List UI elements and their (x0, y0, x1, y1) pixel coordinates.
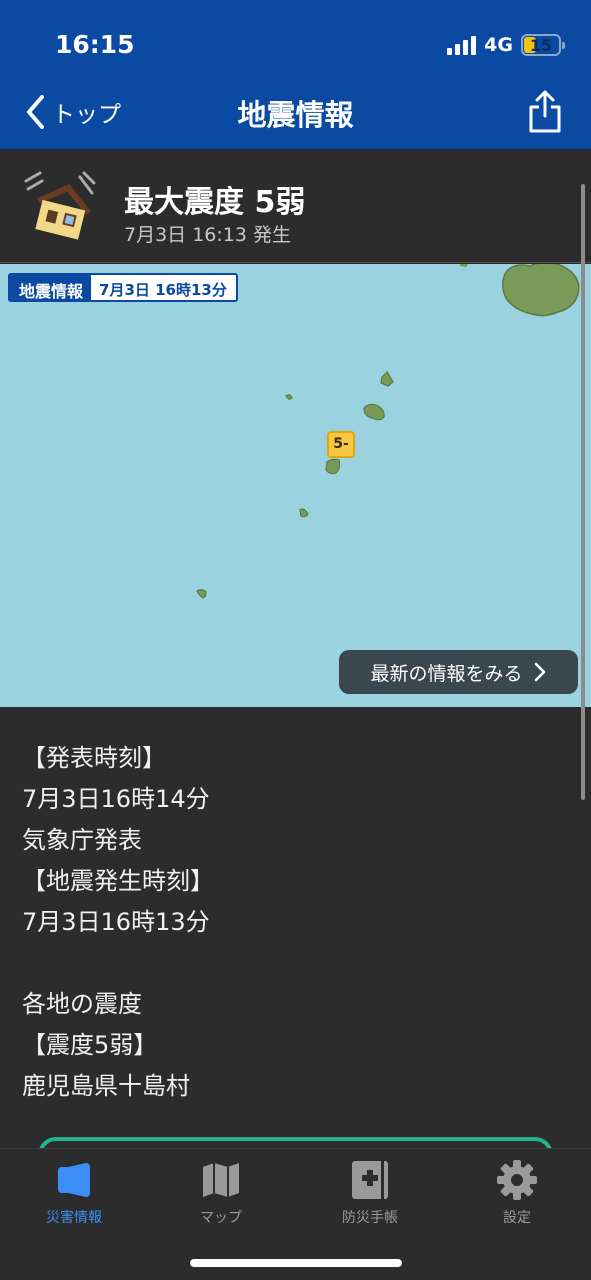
tab-map[interactable]: マップ (161, 1159, 281, 1227)
detail-line: 7月3日16時14分 (22, 785, 210, 813)
signal-icon (447, 35, 477, 55)
battery-level: 15 (529, 35, 553, 55)
occurred-time: 7月3日 16:13 発生 (124, 224, 292, 246)
back-button[interactable]: トップ (22, 92, 121, 132)
tab-label: 設定 (503, 1210, 531, 1226)
island-a (380, 371, 394, 387)
back-label: トップ (52, 102, 121, 128)
island-large (502, 264, 580, 317)
earthquake-map[interactable]: 地震情報 7月3日 16時13分 5- 最新の情報をみる (0, 264, 591, 707)
latest-info-label: 最新の情報をみる (370, 662, 523, 685)
screen: 16:15 4G 15 トップ 地震情報 最大震度 5弱 7月3日 16:13 … (0, 0, 591, 1280)
detail-line: 【震度5弱】 (22, 1031, 158, 1059)
max-intensity: 最大震度 5弱 (124, 185, 306, 220)
map-islands (196, 264, 580, 599)
battery-icon: 15 (521, 34, 565, 56)
map-info-label: 地震情報 7月3日 16時13分 (8, 273, 238, 302)
alert-banner: 最大震度 5弱 7月3日 16:13 発生 (0, 149, 591, 263)
detail-line: 【地震発生時刻】 (22, 867, 214, 895)
gear-icon (497, 1160, 537, 1200)
status-time: 16:15 (55, 30, 135, 59)
detail-line (22, 943, 214, 984)
home-indicator[interactable] (190, 1259, 402, 1267)
tab-label: マップ (200, 1210, 242, 1226)
intensity-marker[interactable]: 5- (327, 431, 355, 458)
tab-settings[interactable]: 設定 (457, 1159, 577, 1227)
island-top-speck (460, 264, 468, 267)
map-label-title: 地震情報 (10, 275, 92, 300)
scrollbar[interactable] (581, 184, 585, 800)
chevron-right-icon (534, 662, 545, 682)
island-e (299, 508, 309, 518)
megaphone-icon (58, 1163, 90, 1197)
detail-line: 7月3日16時13分 (22, 908, 210, 936)
island-d (325, 458, 341, 475)
tab-disaster-notebook[interactable]: 防災手帳 (310, 1159, 430, 1227)
network-type: 4G (484, 34, 513, 56)
header: 16:15 4G 15 トップ 地震情報 (0, 0, 591, 149)
island-f (196, 589, 207, 599)
latest-info-button[interactable]: 最新の情報をみる (339, 650, 578, 694)
map-label-time: 7月3日 16時13分 (91, 275, 236, 300)
detail-line: 各地の震度 (22, 990, 142, 1018)
share-icon[interactable] (527, 88, 563, 134)
first-aid-book-icon (352, 1161, 388, 1199)
map-icon (203, 1163, 239, 1197)
earthquake-details: 【発表時刻】 7月3日16時14分 気象庁発表 【地震発生時刻】 7月3日16時… (22, 738, 214, 1107)
tab-disaster-info[interactable]: 災害情報 (14, 1159, 134, 1227)
island-b (285, 394, 293, 400)
island-c (363, 403, 385, 421)
detail-line: 鹿児島県十島村 (22, 1072, 190, 1100)
chevron-left-icon (27, 95, 44, 129)
detail-line: 【発表時刻】 (22, 744, 166, 772)
status-indicators: 4G 15 (447, 34, 565, 56)
shaking-house-icon (24, 171, 96, 240)
detail-line: 気象庁発表 (22, 826, 142, 854)
tab-label: 防災手帳 (342, 1210, 398, 1226)
tab-label: 災害情報 (46, 1210, 102, 1226)
